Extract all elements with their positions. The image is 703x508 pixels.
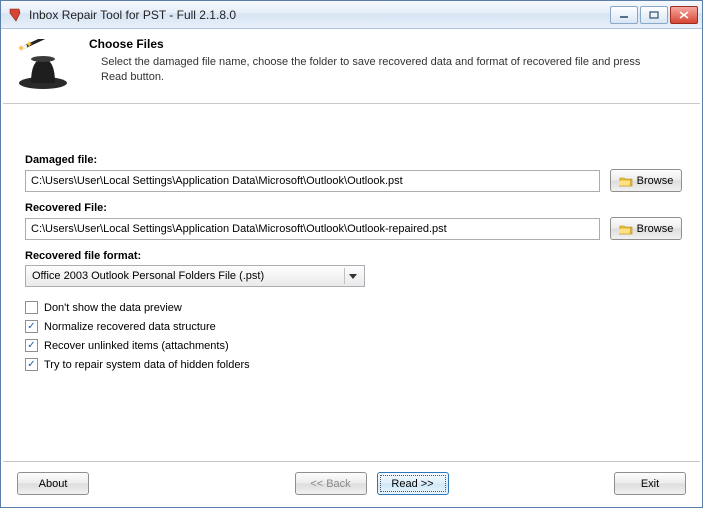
format-block: Recovered file format: Office 2003 Outlo… (25, 250, 682, 287)
folder-icon (619, 175, 633, 187)
page-subtitle: Select the damaged file name, choose the… (89, 55, 649, 85)
maximize-button[interactable] (640, 6, 668, 24)
checkbox-label: Try to repair system data of hidden fold… (44, 359, 250, 371)
exit-label: Exit (641, 478, 659, 490)
minimize-button[interactable] (610, 6, 638, 24)
recovered-browse-button[interactable]: Browse (610, 217, 682, 240)
exit-button[interactable]: Exit (614, 472, 686, 495)
damaged-file-input[interactable] (25, 170, 600, 192)
about-label: About (39, 478, 68, 490)
about-button[interactable]: About (17, 472, 89, 495)
damaged-file-label: Damaged file: (25, 154, 682, 166)
back-label: << Back (310, 478, 350, 490)
format-selected: Office 2003 Outlook Personal Folders Fil… (32, 270, 264, 282)
window-controls (610, 6, 698, 24)
checkbox-label: Normalize recovered data structure (44, 321, 216, 333)
chevron-down-icon (344, 268, 360, 284)
browse-label: Browse (637, 223, 674, 235)
checkbox-unlinked[interactable]: ✓ Recover unlinked items (attachments) (25, 339, 682, 352)
checkbox-icon: ✓ (25, 358, 38, 371)
client-area: Choose Files Select the damaged file nam… (1, 29, 702, 507)
checkbox-label: Don't show the data preview (44, 302, 182, 314)
folder-icon (619, 223, 633, 235)
footer: About << Back Read >> Exit (3, 461, 700, 507)
checkbox-system[interactable]: ✓ Try to repair system data of hidden fo… (25, 358, 682, 371)
format-label: Recovered file format: (25, 250, 682, 262)
app-window: Inbox Repair Tool for PST - Full 2.1.8.0 (0, 0, 703, 508)
app-icon (7, 7, 23, 23)
titlebar: Inbox Repair Tool for PST - Full 2.1.8.0 (1, 1, 702, 29)
content-area: Damaged file: Browse Recovered File: (3, 104, 700, 461)
checkbox-label: Recover unlinked items (attachments) (44, 340, 229, 352)
format-dropdown[interactable]: Office 2003 Outlook Personal Folders Fil… (25, 265, 365, 287)
browse-label: Browse (637, 175, 674, 187)
checkbox-preview[interactable]: Don't show the data preview (25, 301, 682, 314)
checkbox-icon (25, 301, 38, 314)
close-button[interactable] (670, 6, 698, 24)
checkbox-icon: ✓ (25, 320, 38, 333)
page-title: Choose Files (89, 37, 649, 51)
read-label: Read >> (391, 478, 433, 490)
damaged-file-block: Damaged file: Browse (25, 154, 682, 192)
wizard-hat-icon (11, 37, 75, 93)
window-title: Inbox Repair Tool for PST - Full 2.1.8.0 (29, 8, 610, 22)
damaged-browse-button[interactable]: Browse (610, 169, 682, 192)
recovered-file-input[interactable] (25, 218, 600, 240)
checkbox-icon: ✓ (25, 339, 38, 352)
checkbox-normalize[interactable]: ✓ Normalize recovered data structure (25, 320, 682, 333)
wizard-header: Choose Files Select the damaged file nam… (3, 31, 700, 104)
options-block: Don't show the data preview ✓ Normalize … (25, 301, 682, 371)
read-button[interactable]: Read >> (377, 472, 449, 495)
header-text: Choose Files Select the damaged file nam… (89, 37, 649, 93)
recovered-file-label: Recovered File: (25, 202, 682, 214)
recovered-file-block: Recovered File: Browse (25, 202, 682, 240)
back-button[interactable]: << Back (295, 472, 367, 495)
